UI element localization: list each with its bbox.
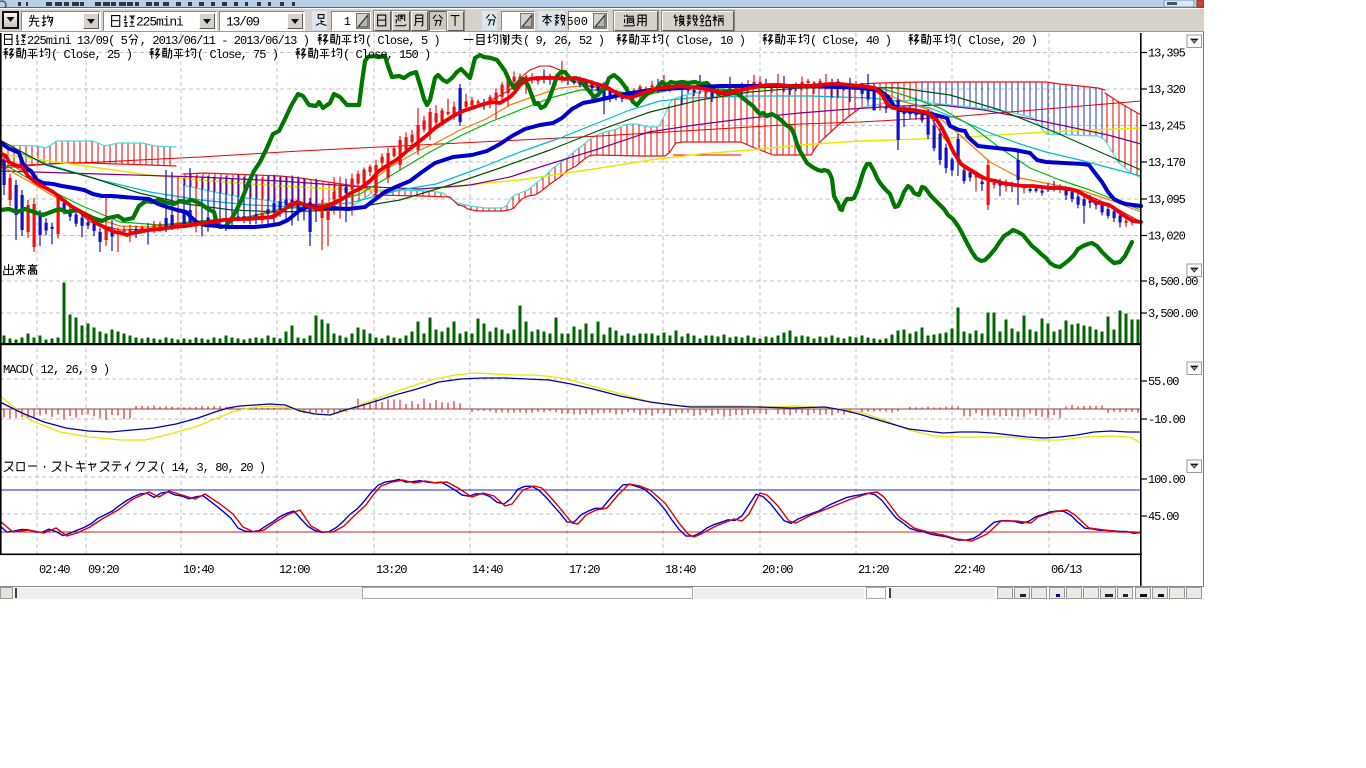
svg-text:( Close, 40 ): ( Close, 40 ) [810,34,892,48]
svg-text:MACD( 12, 26, 9 ): MACD( 12, 26, 9 ) [3,363,110,377]
svg-text:225mini: 225mini [136,15,184,30]
svg-text:02:40: 02:40 [39,563,71,577]
svg-text:13,245: 13,245 [1148,119,1186,133]
svg-text:500: 500 [568,15,588,29]
svg-text:( Close, 10 ): ( Close, 10 ) [664,34,746,48]
svg-text:( Close, 150 ): ( Close, 150 ) [343,48,431,62]
svg-text:09:20: 09:20 [88,563,120,577]
svg-text:13,170: 13,170 [1148,156,1186,170]
svg-text:21:20: 21:20 [858,563,890,577]
svg-text:45.00: 45.00 [1148,510,1180,524]
svg-text:12:00: 12:00 [279,563,311,577]
svg-text:( Close, 25 ): ( Close, 25 ) [51,48,133,62]
svg-text:22:40: 22:40 [954,563,986,577]
svg-text:( Close, 5 ): ( Close, 5 ) [365,34,441,48]
svg-text:, 2013/06/11 - 2013/06/13 ): , 2013/06/11 - 2013/06/13 ) [140,34,310,48]
svg-text:13,020: 13,020 [1148,229,1186,243]
svg-text:( Close, 20 ): ( Close, 20 ) [956,34,1038,48]
svg-text:17:20: 17:20 [569,563,601,577]
svg-text:55.00: 55.00 [1148,375,1180,389]
svg-text:13,320: 13,320 [1148,83,1186,97]
svg-text:100.00: 100.00 [1148,473,1186,487]
svg-text:( 14, 3, 80, 20 ): ( 14, 3, 80, 20 ) [159,461,266,475]
svg-text:13/09: 13/09 [226,15,260,30]
svg-text:13:20: 13:20 [376,563,408,577]
svg-text:-10.00: -10.00 [1148,413,1186,427]
svg-text:20:00: 20:00 [762,563,794,577]
svg-text:( Close, 75 ): ( Close, 75 ) [197,48,279,62]
svg-text:13,395: 13,395 [1148,46,1186,60]
svg-text:14:40: 14:40 [472,563,504,577]
svg-text:1: 1 [344,15,351,29]
svg-text:06/13: 06/13 [1051,563,1083,577]
svg-text:225mini 13/09( 5: 225mini 13/09( 5 [27,34,128,48]
svg-text:( 9, 26, 52 ): ( 9, 26, 52 ) [523,34,605,48]
svg-text:13,095: 13,095 [1148,193,1186,207]
svg-text:3,500.00: 3,500.00 [1148,307,1198,321]
svg-text:18:40: 18:40 [665,563,697,577]
svg-text:10:40: 10:40 [183,563,215,577]
